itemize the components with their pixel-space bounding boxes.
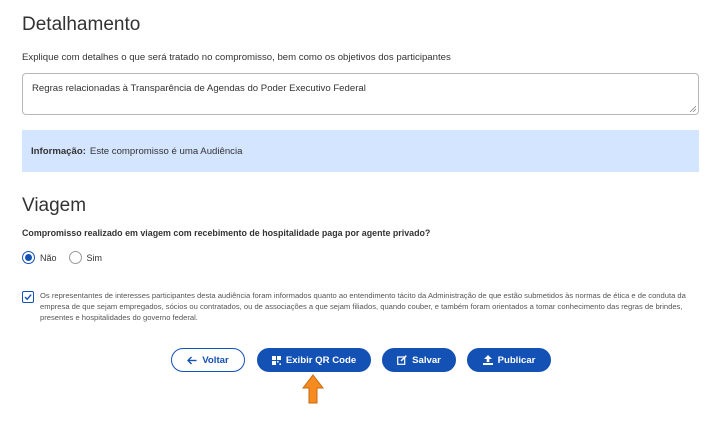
back-button-label: Voltar — [202, 354, 229, 366]
qr-code-icon — [271, 355, 281, 365]
publish-button-label: Publicar — [497, 354, 536, 366]
detalhamento-textarea[interactable]: Regras relacionadas à Transparência de A… — [22, 73, 699, 115]
info-alert: Informação: Este compromisso é uma Audiê… — [22, 130, 699, 172]
declaration-text: Os representantes de interesses particip… — [40, 291, 686, 322]
declaration-checkbox-row: Os representantes de interesses particip… — [22, 290, 702, 323]
edit-icon — [397, 355, 407, 365]
save-button[interactable]: Salvar — [382, 348, 456, 372]
detalhamento-textarea-value: Regras relacionadas à Transparência de A… — [32, 83, 366, 94]
radio-sim-label[interactable]: Sim — [87, 253, 103, 263]
section-title-detalhamento: Detalhamento — [22, 14, 141, 35]
publish-button[interactable]: Publicar — [467, 348, 551, 372]
show-qr-code-button-label: Exibir QR Code — [285, 354, 357, 366]
radio-nao[interactable] — [22, 251, 35, 264]
radio-nao-label[interactable]: Não — [40, 253, 57, 263]
viagem-question: Compromisso realizado em viagem com rece… — [22, 228, 431, 238]
resize-handle-icon[interactable] — [689, 105, 696, 112]
info-text: Este compromisso é uma Audiência — [89, 145, 243, 157]
upload-icon — [482, 355, 493, 365]
section-title-viagem: Viagem — [22, 195, 87, 216]
orange-arrow-up-icon — [302, 374, 324, 404]
viagem-radio-group: Não Sim — [22, 251, 114, 264]
info-label: Informação: — [31, 145, 86, 157]
show-qr-code-button[interactable]: Exibir QR Code — [257, 348, 371, 372]
back-button[interactable]: Voltar — [171, 348, 245, 372]
declaration-checkbox[interactable] — [22, 291, 34, 303]
save-button-label: Salvar — [412, 354, 441, 366]
radio-sim[interactable] — [68, 251, 82, 264]
check-icon — [24, 294, 32, 301]
arrow-left-icon — [187, 356, 197, 365]
detalhamento-instruction: Explique com detalhes o que será tratado… — [22, 52, 451, 63]
